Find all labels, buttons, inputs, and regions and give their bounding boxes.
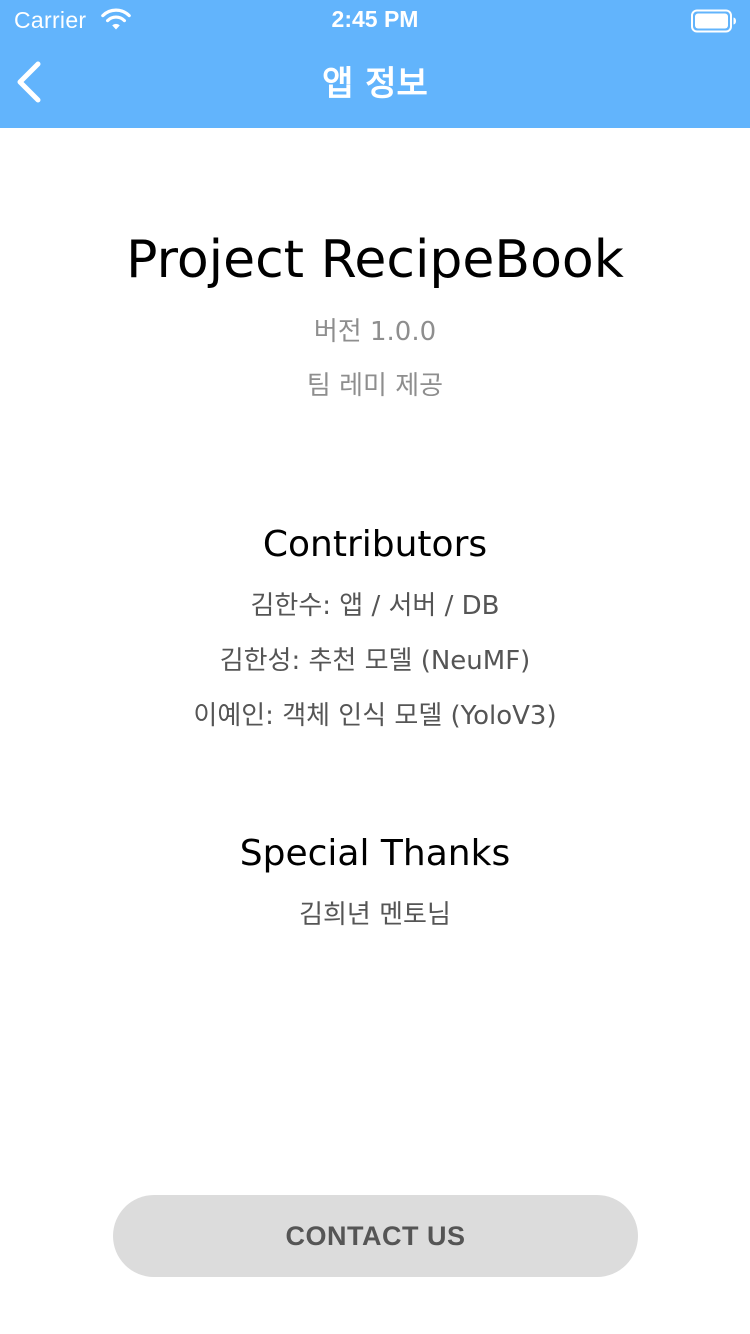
status-bar: Carrier 2:45 PM bbox=[0, 0, 750, 40]
contributor-item: 김한성: 추천 모델 (NeuMF) bbox=[219, 646, 531, 676]
project-name: Project RecipeBook bbox=[126, 230, 624, 290]
special-thanks-item: 김희년 멘토님 bbox=[299, 900, 451, 930]
contributor-item: 이예인: 객체 인식 모델 (YoloV3) bbox=[193, 701, 557, 731]
contributor-item: 김한수: 앱 / 서버 / DB bbox=[250, 591, 500, 621]
page-title: 앱 정보 bbox=[322, 64, 428, 104]
special-thanks-heading: Special Thanks bbox=[239, 833, 511, 874]
battery-icon bbox=[691, 9, 736, 33]
status-time: 2:45 PM bbox=[331, 6, 419, 32]
provider-label: 팀 레미 제공 bbox=[306, 371, 444, 401]
header: Carrier 2:45 PM 앱 정보 bbox=[0, 0, 750, 128]
contact-us-button[interactable]: CONTACT US bbox=[113, 1195, 638, 1277]
navigation-bar: 앱 정보 bbox=[0, 40, 750, 128]
version-label: 버전 1.0.0 bbox=[313, 317, 437, 347]
contributors-heading: Contributors bbox=[262, 524, 488, 565]
